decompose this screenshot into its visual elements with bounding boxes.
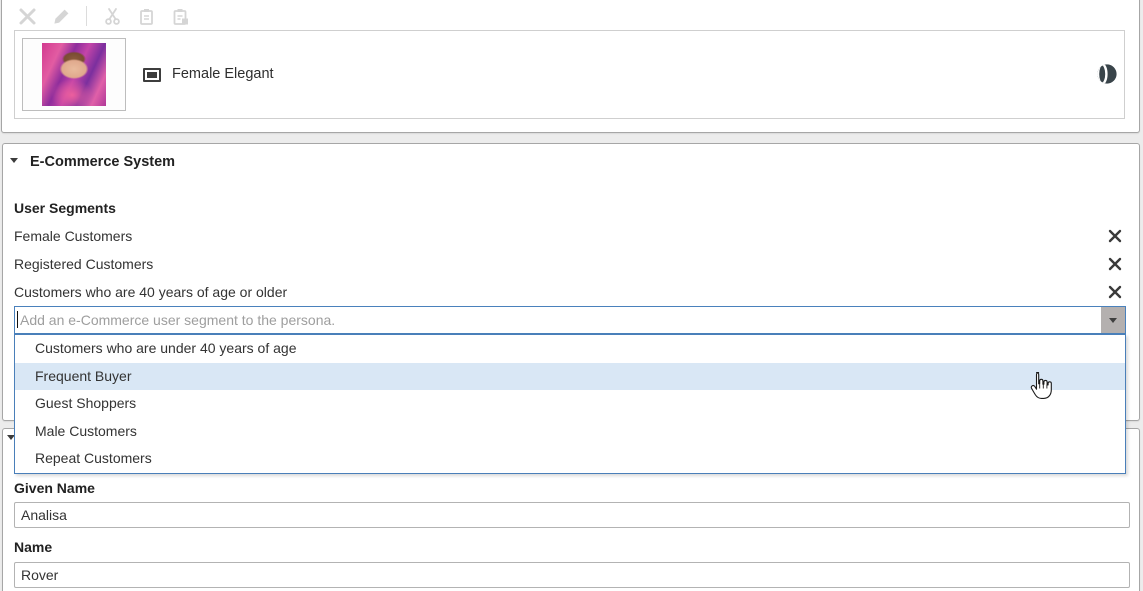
add-segment-input[interactable] <box>15 307 1101 333</box>
toolbar <box>16 4 191 28</box>
add-segment-combobox <box>14 306 1126 334</box>
delete-icon[interactable] <box>16 5 38 27</box>
copy-clipboard-icon[interactable] <box>135 5 157 27</box>
remove-segment-x-icon[interactable] <box>1106 227 1124 245</box>
persona-title: Female Elegant <box>172 66 274 82</box>
section-collapse-icon[interactable] <box>10 158 18 163</box>
segment-row[interactable]: Registered Customers <box>14 250 1126 278</box>
dropdown-option-highlighted[interactable]: Frequent Buyer <box>15 363 1125 391</box>
given-name-field[interactable] <box>14 502 1130 528</box>
sphere-status-icon <box>1096 63 1118 88</box>
name-field[interactable] <box>14 562 1130 588</box>
dropdown-option[interactable]: Customers who are under 40 years of age <box>15 335 1125 363</box>
section-title[interactable]: E-Commerce System <box>30 154 175 170</box>
segment-label: Customers who are 40 years of age or old… <box>14 284 287 300</box>
segment-row[interactable]: Customers who are 40 years of age or old… <box>14 278 1126 306</box>
cut-scissors-icon[interactable] <box>101 5 123 27</box>
persona-thumbnail <box>22 38 126 111</box>
remove-segment-x-icon[interactable] <box>1106 283 1124 301</box>
paste-clipboard-icon[interactable] <box>169 5 191 27</box>
toolbar-divider <box>86 6 87 26</box>
triangle-down-icon <box>1109 318 1117 323</box>
segment-row[interactable]: Female Customers <box>14 222 1126 250</box>
dropdown-option[interactable]: Guest Shoppers <box>15 390 1125 418</box>
segment-dropdown-list: Customers who are under 40 years of age … <box>14 334 1126 474</box>
name-label: Name <box>14 539 52 555</box>
dropdown-option[interactable]: Repeat Customers <box>15 445 1125 473</box>
user-segments-label: User Segments <box>14 200 116 216</box>
segment-label: Female Customers <box>14 228 132 244</box>
dropdown-option[interactable]: Male Customers <box>15 418 1125 446</box>
screen-icon <box>143 68 161 82</box>
remove-segment-x-icon[interactable] <box>1106 255 1124 273</box>
segment-label: Registered Customers <box>14 256 153 272</box>
persona-photo <box>42 43 106 106</box>
given-name-label: Given Name <box>14 480 95 496</box>
combobox-dropdown-button[interactable] <box>1101 307 1125 333</box>
persona-editor-window: Female Elegant E-Commerce System User Se… <box>0 0 1143 591</box>
text-caret <box>17 311 18 328</box>
edit-pencil-icon[interactable] <box>50 5 72 27</box>
